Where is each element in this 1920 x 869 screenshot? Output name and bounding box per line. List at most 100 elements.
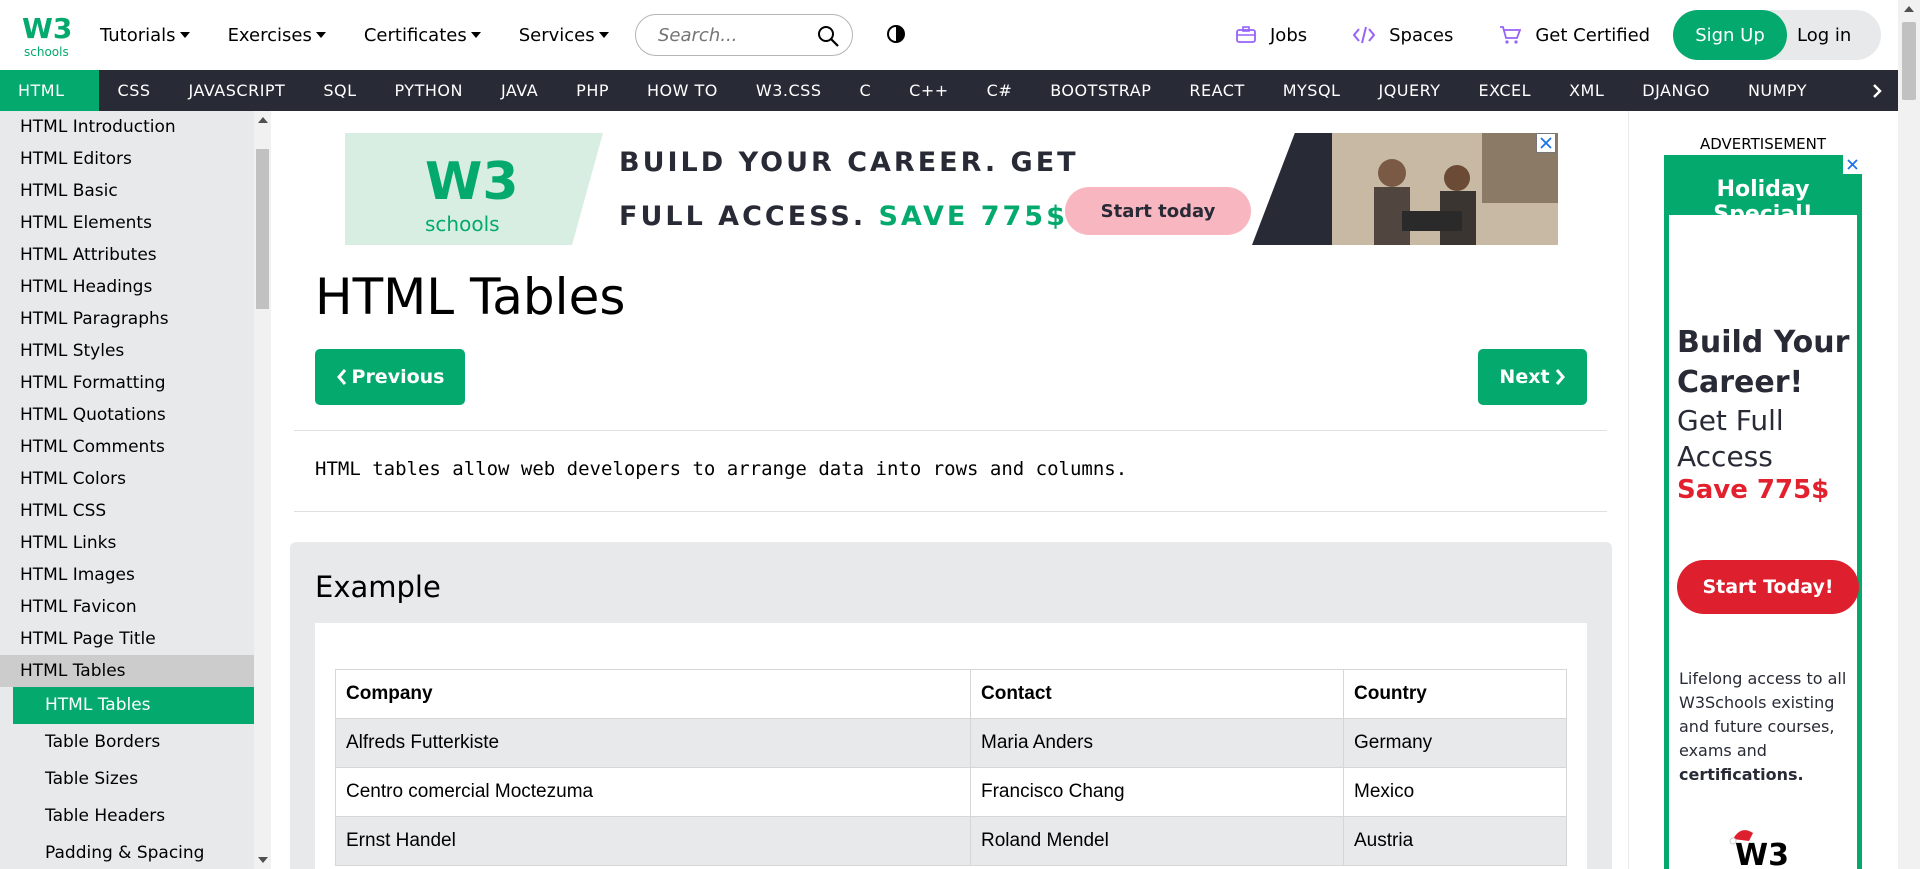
- previous-label: Previous: [351, 366, 445, 388]
- sidebar-item[interactable]: HTML Headings: [0, 271, 254, 303]
- caret-down-icon: [179, 32, 190, 38]
- top-menu: Tutorials Exercises Certificates Service…: [100, 0, 647, 70]
- sidebar-item[interactable]: HTML Formatting: [0, 367, 254, 399]
- w3schools-logo[interactable]: W3 schools: [20, 8, 74, 60]
- subject-link[interactable]: JAVASCRIPT: [170, 70, 305, 111]
- scroll-down-arrow-icon[interactable]: [258, 857, 268, 863]
- sidebar-item[interactable]: HTML Introduction: [0, 111, 254, 143]
- side-ad-headline: Build Your Career!: [1677, 325, 1850, 400]
- sidebar-item[interactable]: HTML Paragraphs: [0, 303, 254, 335]
- w3schools-santa-logo-icon: W3 schools: [1729, 830, 1789, 869]
- subject-link[interactable]: W3.CSS: [737, 70, 841, 111]
- subject-link[interactable]: C: [840, 70, 890, 111]
- sidebar-item[interactable]: HTML Links: [0, 527, 254, 559]
- svg-text:schools: schools: [24, 45, 69, 59]
- side-ad-start-today-button[interactable]: Start Today!: [1677, 560, 1859, 614]
- table-cell: Ernst Handel: [335, 816, 971, 866]
- scroll-up-arrow-icon[interactable]: [1904, 6, 1914, 12]
- log-in-button[interactable]: Log in: [1797, 10, 1867, 60]
- ad-headline-2a: FULL ACCESS.: [619, 201, 879, 232]
- ad-headline-1: BUILD YOUR CAREER. GET: [619, 147, 1079, 178]
- get-certified-link[interactable]: Get Certified: [1499, 25, 1650, 46]
- page-scrollbar-thumb[interactable]: [1902, 22, 1916, 100]
- ad-close-button[interactable]: [1536, 133, 1556, 153]
- next-label: Next: [1499, 366, 1550, 388]
- sidebar-item[interactable]: HTML Images: [0, 559, 254, 591]
- table-row: Centro comercial Moctezuma Francisco Chan…: [335, 767, 1567, 817]
- sidebar-subitem[interactable]: Table Sizes: [13, 761, 254, 798]
- menu-certificates[interactable]: Certificates: [364, 25, 481, 46]
- auth-group: Sign Up Log in: [1673, 10, 1881, 60]
- subject-link[interactable]: MYSQL: [1264, 70, 1360, 111]
- caret-down-icon: [315, 32, 326, 38]
- sign-up-button[interactable]: Sign Up: [1673, 10, 1787, 60]
- table-cell: Roland Mendel: [970, 816, 1344, 866]
- subject-link[interactable]: BOOTSTRAP: [1031, 70, 1170, 111]
- table-cell: Francisco Chang: [970, 767, 1344, 817]
- subject-scroll-right[interactable]: [1842, 70, 1898, 111]
- sidebar-subitem[interactable]: HTML Tables: [13, 687, 254, 724]
- svg-text:schools: schools: [425, 212, 500, 236]
- search-icon[interactable]: [816, 24, 840, 48]
- sidebar-item[interactable]: HTML CSS: [0, 495, 254, 527]
- sidebar-item[interactable]: HTML Favicon: [0, 591, 254, 623]
- sidebar-item[interactable]: HTML Attributes: [0, 239, 254, 271]
- subject-link[interactable]: HTML: [0, 70, 99, 111]
- sidebar-item[interactable]: HTML Tables: [0, 655, 254, 687]
- subject-link[interactable]: EXCEL: [1459, 70, 1550, 111]
- subject-link[interactable]: XML: [1550, 70, 1623, 111]
- sidebar-item[interactable]: HTML Editors: [0, 143, 254, 175]
- next-button[interactable]: Next: [1478, 349, 1587, 405]
- subject-link[interactable]: C#: [968, 70, 1032, 111]
- sidebar-subitem[interactable]: Table Borders: [13, 724, 254, 761]
- spaces-link[interactable]: Spaces: [1353, 25, 1453, 46]
- scrollbar-thumb[interactable]: [256, 149, 269, 309]
- side-ad-description: Lifelong access to all W3Schools existin…: [1679, 667, 1849, 787]
- subject-link[interactable]: PYTHON: [376, 70, 482, 111]
- sidebar-item[interactable]: HTML Colors: [0, 463, 254, 495]
- chevron-left-icon: [336, 369, 346, 385]
- close-icon: [1540, 137, 1552, 149]
- menu-tutorials[interactable]: Tutorials: [100, 25, 190, 46]
- scroll-up-arrow-icon[interactable]: [258, 117, 268, 123]
- search-input[interactable]: [656, 24, 810, 47]
- sidebar-item[interactable]: HTML Quotations: [0, 399, 254, 431]
- w3schools-ad-logo-icon: W3 schools: [425, 152, 519, 236]
- subject-link[interactable]: C++: [890, 70, 967, 111]
- table-cell: Maria Anders: [970, 718, 1344, 768]
- get-certified-label: Get Certified: [1535, 24, 1651, 46]
- example-table: Company Contact Country Alfreds Futterki…: [335, 669, 1567, 866]
- sidebar-scrollbar[interactable]: [254, 111, 271, 869]
- sidebar-item[interactable]: HTML Styles: [0, 335, 254, 367]
- side-ad-close-button[interactable]: [1843, 155, 1862, 174]
- subject-link[interactable]: JAVA: [482, 70, 557, 111]
- table-row: Alfreds Futterkiste Maria Anders Germany: [335, 718, 1567, 768]
- subject-link[interactable]: DJANGO: [1623, 70, 1729, 111]
- sidebar-item[interactable]: HTML Elements: [0, 207, 254, 239]
- subject-link[interactable]: SQL: [304, 70, 375, 111]
- sidebar-item[interactable]: HTML Basic: [0, 175, 254, 207]
- banner-ad[interactable]: W3 schools BUILD YOUR CAREER. GET FULL A…: [345, 133, 1558, 245]
- table-row: Ernst Handel Roland Mendel Austria: [335, 816, 1567, 866]
- previous-button[interactable]: Previous: [315, 349, 465, 405]
- sidebar-item[interactable]: HTML Comments: [0, 431, 254, 463]
- sidebar-subitem[interactable]: Table Headers: [13, 798, 254, 835]
- menu-label: Services: [518, 24, 595, 46]
- jobs-link[interactable]: Jobs: [1236, 25, 1307, 46]
- subject-link[interactable]: NUMPY: [1729, 70, 1826, 111]
- subject-link[interactable]: HOW TO: [628, 70, 737, 111]
- cart-icon: [1500, 26, 1522, 44]
- subject-link[interactable]: JQUERY: [1359, 70, 1459, 111]
- menu-services[interactable]: Services: [519, 25, 609, 46]
- page-title: HTML Tables: [315, 268, 626, 326]
- menu-exercises[interactable]: Exercises: [228, 25, 326, 46]
- ad-start-today-button[interactable]: Start today: [1065, 187, 1251, 235]
- subject-link[interactable]: CSS: [99, 70, 170, 111]
- subject-link[interactable]: REACT: [1170, 70, 1263, 111]
- sidebar-subitem[interactable]: Padding & Spacing: [13, 835, 254, 869]
- subject-link[interactable]: PHP: [557, 70, 628, 111]
- side-ad[interactable]: Holiday Special! Build Your Career! Get …: [1664, 155, 1862, 869]
- sidebar-item[interactable]: HTML Page Title: [0, 623, 254, 655]
- theme-toggle-icon[interactable]: [886, 24, 906, 44]
- page-scrollbar[interactable]: [1898, 0, 1920, 869]
